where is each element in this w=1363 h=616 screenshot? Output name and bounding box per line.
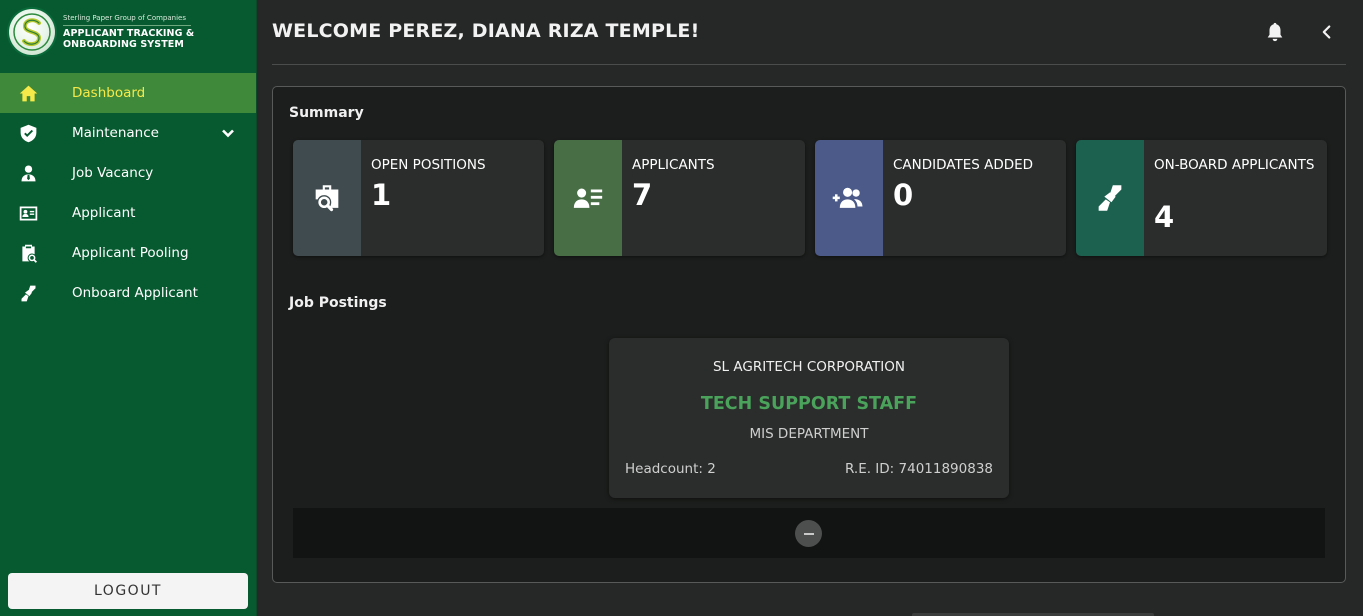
collapse-minus-button[interactable] [795,520,822,547]
briefcase-search-icon [293,140,361,256]
job-company: SL AGRITECH CORPORATION [712,359,906,375]
chevron-down-icon[interactable] [220,125,236,141]
job-position: TECH SUPPORT STAFF [700,394,918,414]
sidebar-item-label: Dashboard [72,85,146,101]
sidebar-item-label: Onboard Applicant [72,285,198,301]
user-plus-icon [815,140,883,256]
sidebar-item-label: Applicant Pooling [72,245,189,261]
card-label: OPEN POSITIONS [371,157,486,173]
user-list-icon [554,140,622,256]
summary-card-applicants[interactable]: APPLICANTS 7 [554,140,805,256]
sidebar-item-label: Job Vacancy [72,165,154,181]
handshake-icon [1076,140,1144,256]
clipboard-search-icon [17,242,39,264]
card-label: APPLICANTS [632,157,715,173]
logout-button[interactable]: LOGOUT [8,573,248,609]
sidebar-nav: Dashboard Maintenance Job Vacancy Applic… [0,73,256,313]
home-icon [17,82,39,104]
sidebar-item-job-vacancy[interactable]: Job Vacancy [0,153,256,193]
brand: Sterling Paper Group of Companies APPLIC… [0,0,256,64]
brand-group-name: Sterling Paper Group of Companies [63,14,186,22]
top-header: WELCOME PEREZ, DIANA RIZA TEMPLE! [272,0,1346,65]
card-value: 1 [371,178,392,212]
sidebar-item-onboard-applicant[interactable]: Onboard Applicant [0,273,256,313]
sidebar-item-applicant-pooling[interactable]: Applicant Pooling [0,233,256,273]
card-label: ON-BOARD APPLICANTS [1154,157,1315,173]
sidebar: Sterling Paper Group of Companies APPLIC… [0,0,257,616]
bell-icon[interactable] [1264,21,1286,43]
job-posting-card[interactable]: SL AGRITECH CORPORATION TECH SUPPORT STA… [609,338,1009,498]
id-card-icon [17,202,39,224]
dashboard-panel: Summary OPEN POSITIONS 1 APPLICANTS 7 CA… [272,86,1346,583]
sidebar-item-applicant[interactable]: Applicant [0,193,256,233]
sidebar-item-label: Maintenance [72,125,159,141]
card-label: CANDIDATES ADDED [893,157,1034,173]
job-department: MIS DEPARTMENT [749,426,869,442]
company-logo [9,9,55,55]
card-value: 7 [632,178,653,212]
sidebar-item-label: Applicant [72,205,136,221]
summary-title: Summary [289,105,364,121]
chevron-left-icon[interactable] [1316,21,1338,43]
job-postings-pager [293,508,1325,558]
sterling-s-logo-icon [13,13,51,51]
minus-icon [803,532,814,535]
job-headcount: Headcount: 2 [625,461,716,477]
summary-card-on-board-applicants[interactable]: ON-BOARD APPLICANTS 4 [1076,140,1327,256]
user-tie-icon [17,162,39,184]
sidebar-item-maintenance[interactable]: Maintenance [0,113,256,153]
job-postings-title: Job Postings [289,295,387,311]
card-value: 4 [1154,200,1175,234]
job-re-id: R.E. ID: 74011890838 [845,461,993,477]
shield-check-icon [17,122,39,144]
summary-card-open-positions[interactable]: OPEN POSITIONS 1 [293,140,544,256]
card-value: 0 [893,178,914,212]
handshake-icon [17,282,39,304]
summary-card-candidates-added[interactable]: CANDIDATES ADDED 0 [815,140,1066,256]
brand-system-name-line1: APPLICANT TRACKING & [63,28,195,39]
brand-system-name-line2: ONBOARDING SYSTEM [63,39,184,50]
welcome-message: WELCOME PEREZ, DIANA RIZA TEMPLE! [272,20,700,42]
sidebar-item-dashboard[interactable]: Dashboard [0,73,256,113]
